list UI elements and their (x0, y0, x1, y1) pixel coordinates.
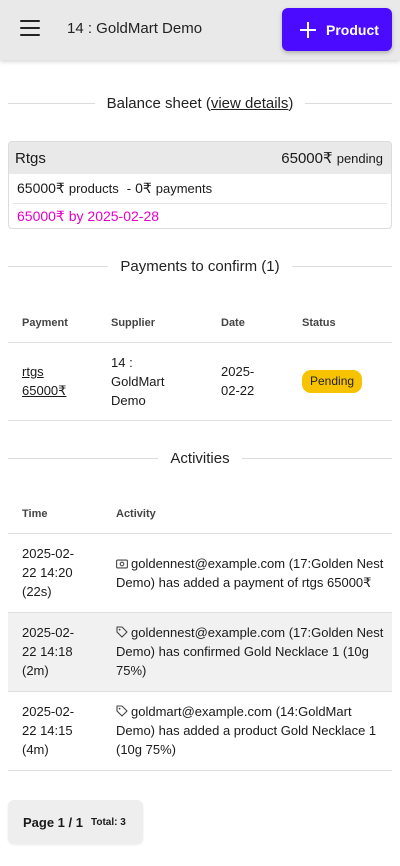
table-row: rtgs 65000₹ 14 : GoldMart Demo 2025-02-22… (8, 342, 392, 421)
payments-heading-text: Payments to confirm (1) (120, 258, 280, 275)
activities-table-header: Time Activity (8, 496, 392, 534)
time-cell: 2025-02-22 14:18 (2m) (8, 612, 102, 692)
payments-amount: 0₹ (135, 180, 152, 196)
table-row: 2025-02-22 14:18 (2m) goldennest@example… (8, 612, 392, 692)
activity-text: goldmart@example.com (14:GoldMart Demo) … (116, 704, 377, 757)
activities-heading: Activities (8, 450, 392, 467)
column-header-payment: Payment (8, 304, 97, 343)
column-header-date: Date (207, 304, 288, 343)
plus-icon (300, 21, 316, 38)
pending-amount: 65000₹ (281, 150, 333, 167)
time-cell: 2025-02-22 14:15 (4m) (8, 691, 102, 771)
balance-sheet-suffix: ) (288, 95, 294, 112)
column-header-status: Status (288, 304, 392, 343)
products-label: products (68, 181, 119, 196)
tag-icon (116, 626, 128, 638)
cash-icon (116, 559, 128, 568)
activity-time: 2025-02-22 14:15 (4m) (22, 704, 75, 757)
activity-cell: goldennest@example.com (17:Golden Nest D… (102, 533, 392, 613)
payments-table: Payment Supplier Date Status rtgs 65000₹ … (8, 304, 392, 421)
payment-amount-text: 65000₹ (22, 383, 67, 398)
activities-heading-text: Activities (170, 450, 230, 467)
payments-table-header: Payment Supplier Date Status (8, 304, 392, 343)
balance-card-header: Rtgs 65000₹ pending (9, 142, 391, 174)
balance-sheet-heading: Balance sheet (view details) (8, 95, 392, 112)
activity-text: goldennest@example.com (17:Golden Nest D… (116, 625, 384, 678)
app-title: 14 : GoldMart Demo (67, 20, 203, 37)
add-product-button[interactable]: Product (282, 8, 392, 51)
payment-method-text: rtgs (22, 364, 44, 379)
balance-card: Rtgs 65000₹ pending 65000₹ products - 0₹… (8, 141, 392, 229)
supplier-cell: 14 : GoldMart Demo (97, 342, 207, 421)
pagination: Page 1 / 1 Total: 3 (8, 800, 143, 844)
table-row: 2025-02-22 14:20 (22s) goldennest@exampl… (8, 533, 392, 613)
column-header-activity: Activity (102, 496, 392, 534)
date-cell: 2025-02-22 (207, 342, 288, 421)
total-count: Total: 3 (90, 816, 126, 828)
status-badge: Pending (302, 369, 363, 393)
table-row: 2025-02-22 14:15 (4m) goldmart@example.c… (8, 691, 392, 771)
payment-cell[interactable]: rtgs 65000₹ (8, 342, 97, 421)
activity-text: goldennest@example.com (17:Golden Nest D… (116, 555, 384, 590)
tag-icon (116, 705, 128, 717)
products-amount: 65000₹ (17, 180, 65, 196)
page-indicator: Page 1 / 1 (23, 814, 83, 830)
time-cell: 2025-02-22 14:20 (22s) (8, 533, 102, 613)
status-cell: Pending (288, 342, 392, 421)
payment-method: Rtgs (15, 149, 46, 167)
activity-time: 2025-02-22 14:20 (22s) (22, 546, 75, 599)
activity-time: 2025-02-22 14:18 (2m) (22, 625, 75, 678)
payments-heading: Payments to confirm (1) (8, 258, 392, 275)
add-product-label: Product (326, 21, 379, 38)
top-app-bar: 14 : GoldMart Demo Product (0, 0, 400, 60)
activity-cell: goldennest@example.com (17:Golden Nest D… (102, 612, 392, 692)
payments-label: payments (155, 181, 213, 196)
date-text: 2025-02-22 (221, 364, 255, 398)
pending-label: pending (336, 151, 383, 166)
activity-cell: goldmart@example.com (14:GoldMart Demo) … (102, 691, 392, 771)
column-header-supplier: Supplier (97, 304, 207, 343)
balance-breakdown: 65000₹ products - 0₹ payments (13, 174, 387, 204)
balance-sheet-prefix: Balance sheet ( (106, 95, 211, 112)
hamburger-menu-icon[interactable] (20, 20, 40, 38)
pending-total: 65000₹ pending (281, 149, 383, 167)
supplier-text: 14 : GoldMart Demo (111, 354, 165, 408)
column-header-time: Time (8, 496, 102, 534)
payment-link[interactable]: rtgs 65000₹ (22, 364, 66, 398)
breakdown-separator: - (126, 181, 132, 196)
activities-table: Time Activity 2025-02-22 14:20 (22s) gol… (8, 496, 392, 771)
due-date-text: 65000₹ by 2025-02-28 (17, 207, 160, 224)
view-details-link[interactable]: view details (211, 95, 289, 112)
